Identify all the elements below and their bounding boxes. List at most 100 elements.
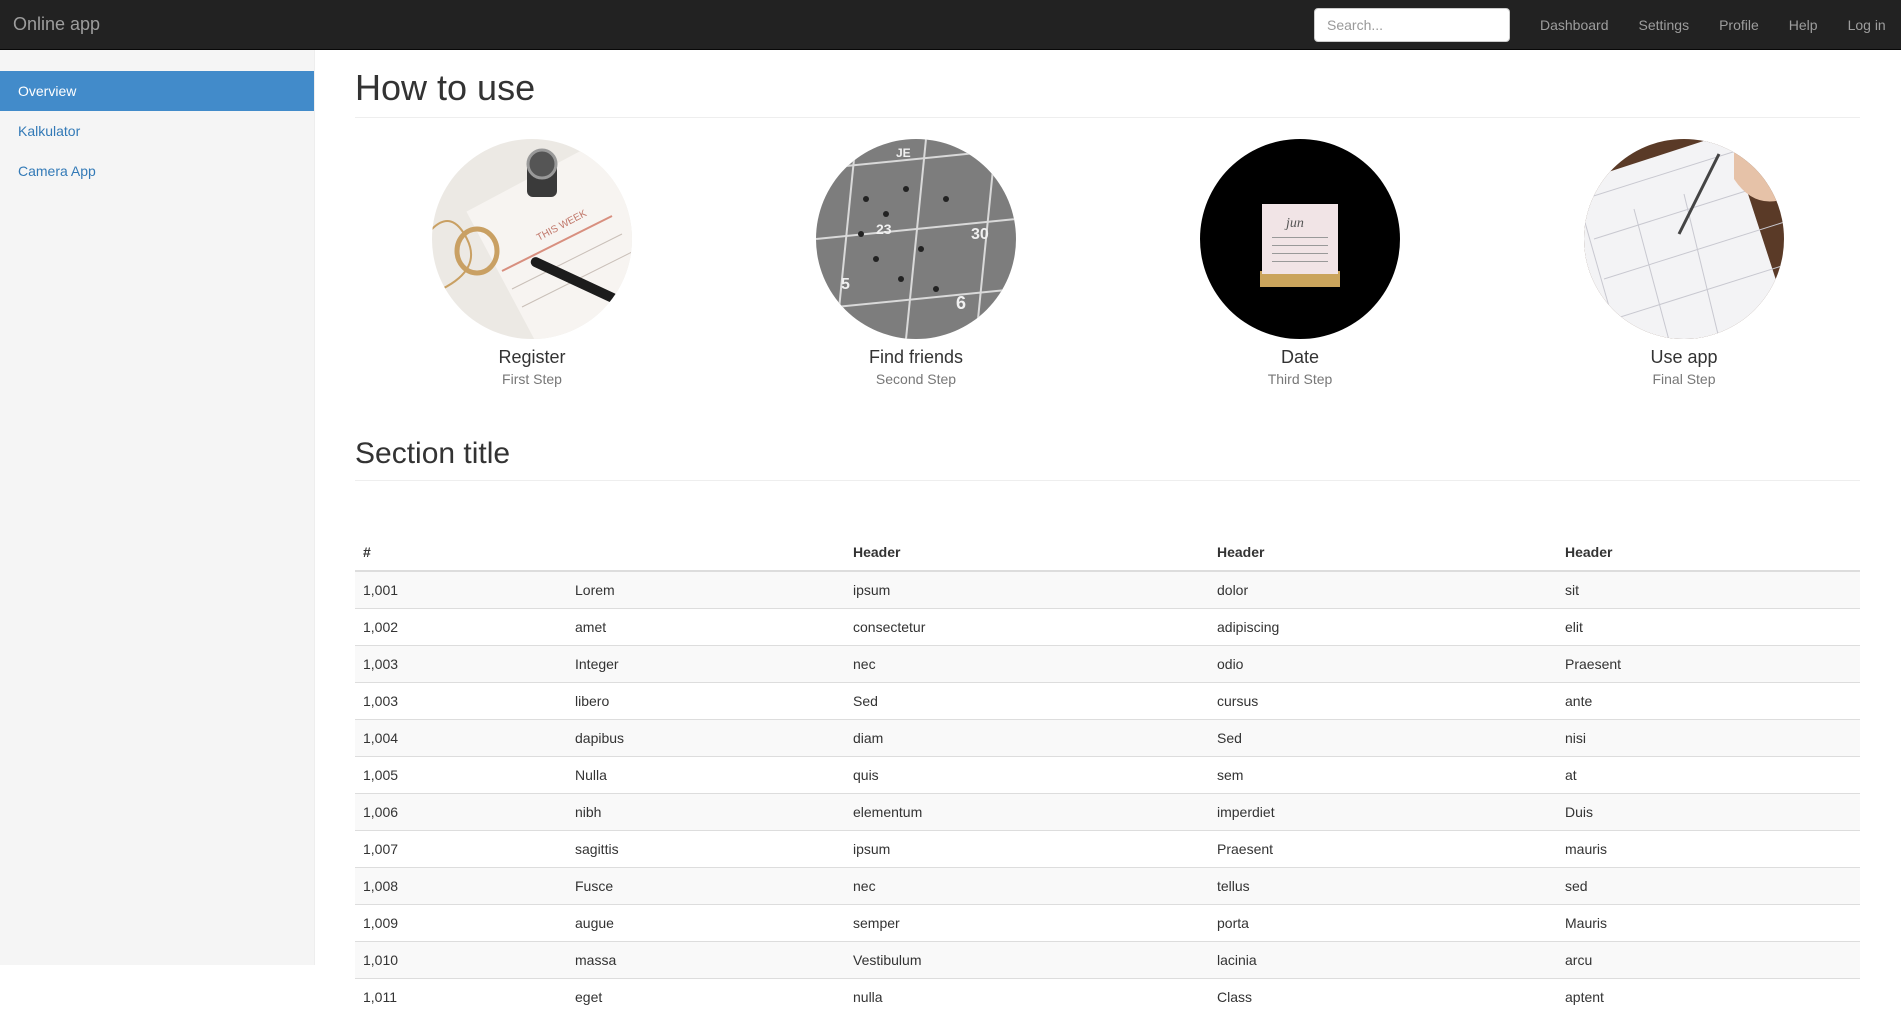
table-cell: ipsum [845, 570, 1209, 608]
table-cell: nec [845, 866, 1209, 904]
table-row: 1,003 libero Sed cursus ante [355, 681, 1860, 719]
table-cell: Integer [567, 644, 845, 682]
section-title: Section title [355, 437, 1860, 481]
step-title-register: Register [498, 347, 566, 367]
table-row: 1,007 sagittis ipsum Praesent mauris [355, 829, 1860, 867]
sidebar-item-overview[interactable]: Overview [0, 71, 314, 111]
table-cell: Sed [845, 681, 1209, 719]
table-cell: Lorem [567, 570, 845, 608]
table-cell: 1,001 [355, 570, 567, 608]
table-cell: 1,008 [355, 866, 567, 904]
table-cell: 1,003 [355, 644, 567, 682]
table-cell: adipiscing [1209, 607, 1557, 645]
table-cell: elementum [845, 792, 1209, 830]
svg-text:6: 6 [956, 293, 966, 313]
table-cell: Class [1209, 977, 1557, 1015]
table-row: 1,009 augue semper porta Mauris [355, 903, 1860, 941]
table-cell: consectetur [845, 607, 1209, 645]
step-subtitle-date: Third Step [1267, 370, 1333, 387]
table-cell: 1,002 [355, 607, 567, 645]
table-cell: ipsum [845, 829, 1209, 867]
table-cell: nibh [567, 792, 845, 830]
table-row: 1,004 dapibus diam Sed nisi [355, 718, 1860, 756]
step-register: THIS WEEK Register First Step [382, 139, 682, 387]
table-cell: cursus [1209, 681, 1557, 719]
table-row: 1,003 Integer nec odio Praesent [355, 644, 1860, 682]
data-table: # Header Header Header 1,001 Lorem ipsum… [355, 534, 1860, 1015]
step-find-friends: JE 23 30 5 6 Find friends Second Step [766, 139, 1066, 387]
search-input[interactable] [1314, 8, 1510, 42]
table-cell: elit [1557, 607, 1860, 645]
table-cell: nulla [845, 977, 1209, 1015]
step-title-find-friends: Find friends [868, 347, 964, 367]
table-cell: amet [567, 607, 845, 645]
nav-link-profile[interactable]: Profile [1704, 0, 1774, 50]
table-cell: porta [1209, 903, 1557, 941]
table-row: 1,006 nibh elementum imperdiet Duis [355, 792, 1860, 830]
svg-text:JE: JE [896, 146, 911, 160]
table-cell: mauris [1557, 829, 1860, 867]
svg-text:23: 23 [876, 221, 892, 237]
table-cell: 1,007 [355, 829, 567, 867]
step-image-date: jun [1200, 139, 1400, 339]
step-use-app: Use app Final Step [1534, 139, 1834, 387]
table-cell: Mauris [1557, 903, 1860, 941]
table-cell: eget [567, 977, 845, 1015]
table-cell: dapibus [567, 718, 845, 756]
table-cell: Duis [1557, 792, 1860, 830]
table-row: 1,008 Fusce nec tellus sed [355, 866, 1860, 904]
step-date: jun Date Third Step [1150, 139, 1450, 387]
sidebar-item-camera-app[interactable]: Camera App [0, 151, 314, 191]
svg-text:5: 5 [841, 276, 850, 293]
svg-text:30: 30 [971, 226, 989, 243]
table-cell: 1,005 [355, 755, 567, 793]
table-cell: diam [845, 718, 1209, 756]
table-cell: nisi [1557, 718, 1860, 756]
step-image-register: THIS WEEK [432, 139, 632, 339]
table-cell: arcu [1557, 940, 1860, 978]
step-image-find-friends: JE 23 30 5 6 [816, 139, 1016, 339]
table-header-row: # Header Header Header [355, 534, 1860, 572]
table-cell: semper [845, 903, 1209, 941]
table-cell: libero [567, 681, 845, 719]
table-cell: tellus [1209, 866, 1557, 904]
table-row: 1,005 Nulla quis sem at [355, 755, 1860, 793]
svg-text:jun: jun [1284, 216, 1304, 231]
table-cell: augue [567, 903, 845, 941]
table-header-cell: Header [1557, 534, 1860, 572]
table-row: 1,010 massa Vestibulum lacinia arcu [355, 940, 1860, 978]
top-navbar: Online app Dashboard Settings Profile He… [0, 0, 1901, 50]
table-cell: sagittis [567, 829, 845, 867]
table-cell: 1,009 [355, 903, 567, 941]
table-cell: Nulla [567, 755, 845, 793]
step-subtitle-register: First Step [502, 370, 562, 387]
table-cell: 1,006 [355, 792, 567, 830]
table-cell: 1,003 [355, 681, 567, 719]
table-cell: 1,004 [355, 718, 567, 756]
brand-logo-text[interactable]: Online app [13, 14, 100, 35]
table-cell: Fusce [567, 866, 845, 904]
sidebar-item-kalkulator[interactable]: Kalkulator [0, 111, 314, 151]
table-header-cell: # [355, 534, 567, 572]
table-cell: sed [1557, 866, 1860, 904]
nav-link-help[interactable]: Help [1774, 0, 1833, 50]
step-subtitle-find-friends: Second Step [875, 370, 957, 387]
top-nav-links: Dashboard Settings Profile Help Log in [1525, 0, 1901, 50]
table-cell: dolor [1209, 570, 1557, 608]
sidebar: Overview Kalkulator Camera App [0, 50, 315, 965]
nav-link-dashboard[interactable]: Dashboard [1525, 0, 1624, 50]
table-row: 1,001 Lorem ipsum dolor sit [355, 570, 1860, 608]
table-cell: imperdiet [1209, 792, 1557, 830]
table-header-cell [567, 534, 845, 572]
table-cell: quis [845, 755, 1209, 793]
table-cell: 1,010 [355, 940, 567, 978]
steps-row: THIS WEEK Register First Step JE 23 30 5… [355, 139, 1860, 387]
table-row: 1,011 eget nulla Class aptent [355, 977, 1860, 1015]
table-header-cell: Header [1209, 534, 1557, 572]
table-cell: Sed [1209, 718, 1557, 756]
nav-link-settings[interactable]: Settings [1624, 0, 1705, 50]
table-header-cell: Header [845, 534, 1209, 572]
nav-link-login[interactable]: Log in [1833, 0, 1901, 50]
table-cell: sit [1557, 570, 1860, 608]
table-cell: nec [845, 644, 1209, 682]
